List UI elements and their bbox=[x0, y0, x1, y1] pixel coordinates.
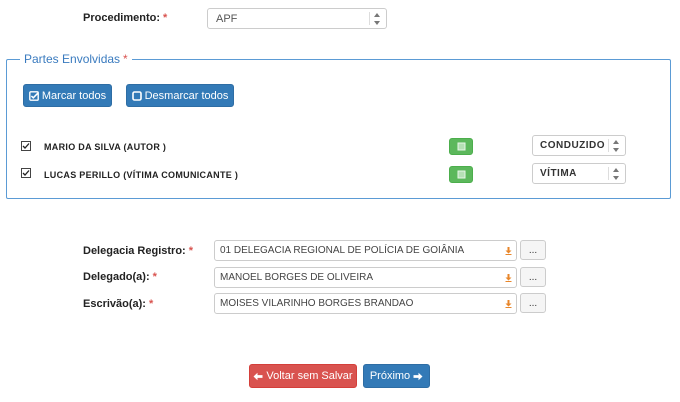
delegacia-value: 01 DELEGACIA REGIONAL DE POLÍCIA DE GOIÂ… bbox=[220, 245, 465, 256]
procedimento-label-text: Procedimento: bbox=[83, 12, 161, 24]
party-role-value: CONDUZIDO bbox=[540, 140, 606, 151]
required-marker: * bbox=[152, 271, 157, 283]
arrow-left-icon bbox=[253, 372, 263, 380]
escrivao-search-button[interactable]: ... bbox=[520, 293, 546, 313]
delegado-search-button[interactable]: ... bbox=[520, 267, 546, 287]
checkbox-icon bbox=[22, 170, 30, 176]
delegacia-label: Delegacia Registro: * bbox=[83, 245, 193, 257]
marcar-todos-label: Marcar todos bbox=[41, 89, 107, 102]
party-edit-button[interactable] bbox=[449, 138, 473, 155]
party-role-select[interactable]: CONDUZIDO bbox=[532, 135, 626, 156]
delegacia-combobox[interactable]: 01 DELEGACIA REGIONAL DE POLÍCIA DE GOIÂ… bbox=[214, 240, 517, 261]
spinner-icon bbox=[612, 139, 621, 153]
delegacia-label-text: Delegacia Registro: bbox=[83, 245, 186, 257]
escrivao-combobox[interactable]: MOISES VILARINHO BORGES BRANDAO bbox=[214, 293, 517, 314]
delegacia-search-button[interactable]: ... bbox=[520, 240, 546, 260]
required-marker: * bbox=[148, 298, 154, 310]
party-edit-button[interactable] bbox=[449, 166, 473, 183]
party-name: MARIO DA SILVA (AUTOR ) bbox=[44, 142, 167, 152]
download-icon bbox=[505, 299, 512, 308]
procedimento-label: Procedimento: * bbox=[83, 12, 167, 24]
proximo-button[interactable]: Próximo bbox=[363, 364, 430, 388]
voltar-sem-salvar-button[interactable]: Voltar sem Salvar bbox=[249, 364, 357, 388]
escrivao-label-text: Escrivão(a): bbox=[83, 298, 146, 310]
spinner-icon bbox=[612, 167, 621, 181]
procedimento-value: APF bbox=[216, 12, 238, 25]
escrivao-label: Escrivão(a): * bbox=[83, 298, 153, 310]
download-icon bbox=[505, 273, 512, 282]
delegado-label-text: Delegado(a): bbox=[83, 271, 150, 283]
edit-square-icon bbox=[457, 142, 465, 151]
voltar-label: Voltar sem Salvar bbox=[266, 370, 353, 382]
party-role-select[interactable]: VÍTIMA bbox=[532, 163, 626, 184]
partes-envolvidas-legend: Partes Envolvidas * bbox=[20, 52, 132, 66]
party-role-value: VÍTIMA bbox=[540, 168, 577, 179]
required-marker: * bbox=[188, 245, 193, 257]
desmarcar-todos-label: Desmarcar todos bbox=[144, 89, 229, 102]
delegado-label: Delegado(a): * bbox=[83, 271, 157, 283]
escrivao-value: MOISES VILARINHO BORGES BRANDAO bbox=[220, 298, 414, 309]
party-checkbox[interactable] bbox=[21, 168, 31, 178]
proximo-label: Próximo bbox=[369, 370, 411, 382]
procedimento-select[interactable]: APF bbox=[207, 8, 387, 29]
spinner-icon bbox=[373, 12, 382, 26]
edit-square-icon bbox=[457, 170, 465, 179]
party-checkbox[interactable] bbox=[21, 141, 31, 151]
delegado-value: MANOEL BORGES DE OLIVEIRA bbox=[220, 272, 374, 283]
download-icon bbox=[505, 246, 512, 255]
partes-legend-text: Partes Envolvidas bbox=[24, 52, 121, 66]
check-square-icon bbox=[28, 90, 39, 101]
desmarcar-todos-button[interactable]: Desmarcar todos bbox=[126, 84, 234, 107]
checkbox-icon bbox=[22, 143, 30, 149]
marcar-todos-button[interactable]: Marcar todos bbox=[23, 84, 112, 107]
required-marker: * bbox=[123, 52, 128, 66]
square-icon bbox=[131, 90, 142, 101]
required-marker: * bbox=[163, 12, 168, 24]
party-name: LUCAS PERILLO (VÍTIMA COMUNICANTE ) bbox=[44, 170, 239, 180]
delegado-combobox[interactable]: MANOEL BORGES DE OLIVEIRA bbox=[214, 267, 517, 288]
arrow-right-icon bbox=[413, 372, 423, 380]
